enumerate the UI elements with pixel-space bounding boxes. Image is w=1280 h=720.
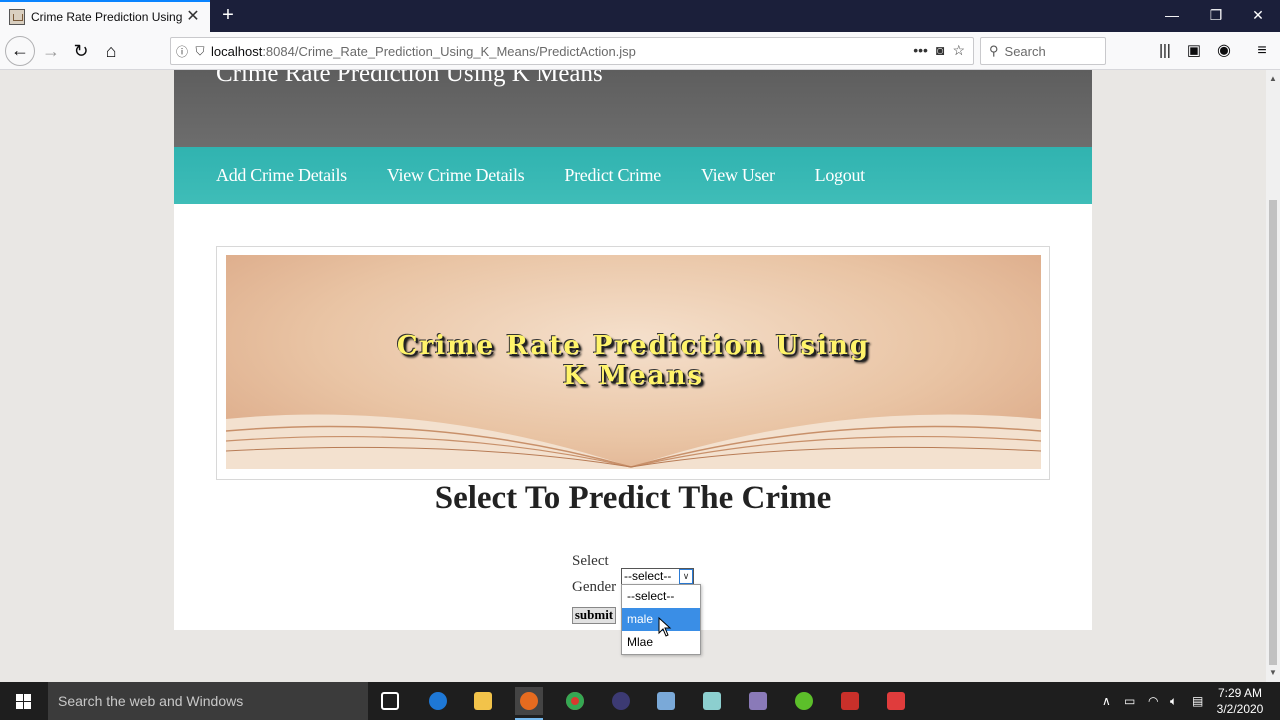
- site-nav: Add Crime Details View Crime Details Pre…: [174, 147, 1092, 204]
- clock-time: 7:29 AM: [1217, 686, 1263, 700]
- clock-date: 3/2/2020: [1216, 702, 1264, 716]
- menu-icon[interactable]: ≡: [1249, 38, 1275, 64]
- page-favicon-icon: [9, 9, 25, 25]
- nav-view-user[interactable]: View User: [701, 165, 775, 186]
- battery-icon[interactable]: ▭: [1124, 682, 1135, 720]
- browser-search-input[interactable]: [1004, 43, 1095, 59]
- gender-select-value: --select--: [624, 569, 672, 583]
- gender-option[interactable]: --select--: [622, 585, 700, 608]
- forward-arrow-icon[interactable]: →: [38, 38, 64, 64]
- browser-search-box[interactable]: ⚲: [980, 37, 1106, 65]
- virtualbox-icon[interactable]: [652, 687, 680, 715]
- restore-icon[interactable]: ❐: [1194, 0, 1238, 32]
- site-container: Crime Rate Prediction Using K Means Add …: [174, 70, 1092, 630]
- back-arrow-icon[interactable]: ←: [5, 36, 35, 66]
- mysql-icon[interactable]: [744, 687, 772, 715]
- mouse-cursor-icon: [658, 617, 672, 637]
- gender-label-line-1: Select: [572, 553, 609, 569]
- scroll-thumb[interactable]: [1269, 200, 1277, 665]
- site-title: Crime Rate Prediction Using K Means: [216, 70, 603, 87]
- page-actions-icon[interactable]: •••: [913, 42, 928, 59]
- file-explorer-icon[interactable]: [469, 687, 497, 715]
- site-header: Crime Rate Prediction Using K Means: [174, 70, 1092, 147]
- window-close-icon[interactable]: ✕: [1236, 0, 1280, 32]
- nav-view-crime-details[interactable]: View Crime Details: [387, 165, 525, 186]
- account-icon[interactable]: ◉: [1211, 38, 1237, 64]
- nav-add-crime-details[interactable]: Add Crime Details: [216, 165, 347, 186]
- wifi-icon[interactable]: ◠: [1148, 682, 1158, 720]
- firefox-icon[interactable]: [515, 687, 543, 720]
- taskbar-search-input[interactable]: [58, 693, 358, 709]
- chrome-icon[interactable]: [561, 687, 589, 715]
- eclipse-icon[interactable]: [607, 687, 635, 715]
- minimize-icon[interactable]: —: [1150, 0, 1194, 32]
- url-actions: ••• ◙ ☆: [913, 42, 965, 59]
- url-text[interactable]: localhost:8084/Crime_Rate_Prediction_Usi…: [211, 44, 636, 59]
- banner-image: Crime Rate Prediction Using K Means: [226, 255, 1041, 469]
- windows-start-icon[interactable]: [0, 682, 48, 720]
- reload-icon[interactable]: ↻: [68, 38, 94, 64]
- notifications-icon[interactable]: ▤: [1192, 682, 1203, 720]
- nav-predict-crime[interactable]: Predict Crime: [564, 165, 661, 186]
- sidebar-icon[interactable]: ▣: [1181, 38, 1207, 64]
- notepad-icon[interactable]: [698, 687, 726, 715]
- recorder-icon[interactable]: [882, 687, 910, 715]
- url-bar[interactable]: ⓘ ⛉ localhost:8084/Crime_Rate_Prediction…: [170, 37, 974, 65]
- scroll-up-icon[interactable]: ▲: [1266, 72, 1280, 86]
- browser-tab[interactable]: Crime Rate Prediction Using K Means ✕: [0, 0, 210, 32]
- browser-tabbar: Crime Rate Prediction Using K Means ✕ + …: [0, 0, 1280, 32]
- search-icon: ⚲: [989, 43, 999, 58]
- open-book-pages: [226, 414, 1041, 469]
- url-host: localhost: [211, 43, 263, 59]
- banner-frame: Crime Rate Prediction Using K Means: [216, 246, 1050, 480]
- banner-line-2: K Means: [562, 361, 705, 391]
- volume-icon[interactable]: 🔈︎: [1170, 682, 1177, 720]
- taskbar-search-box[interactable]: [48, 682, 368, 720]
- gender-select[interactable]: --select-- ∨: [621, 568, 694, 585]
- new-tab-icon[interactable]: +: [216, 4, 240, 28]
- url-path: :8084/Crime_Rate_Prediction_Using_K_Mean…: [262, 43, 636, 59]
- library-icon[interactable]: |||: [1152, 38, 1178, 64]
- browser-toolbar: ← → ↻ ⌂ ⓘ ⛉ localhost:8084/Crime_Rate_Pr…: [0, 32, 1280, 70]
- windows-taskbar: ∧ ▭ ◠ 🔈︎ ▤ 7:29 AM 3/2/2020: [0, 682, 1280, 720]
- page-heading: Select To Predict The Crime: [434, 480, 832, 516]
- gender-label-line-2: Gender: [572, 579, 617, 595]
- tray-expand-icon[interactable]: ∧: [1102, 682, 1111, 720]
- submit-button[interactable]: submit: [572, 607, 616, 624]
- green-app-icon[interactable]: [790, 687, 818, 715]
- banner-text: Crime Rate Prediction Using K Means: [226, 331, 1041, 391]
- banner-line-1: Crime Rate Prediction Using: [396, 331, 871, 361]
- home-icon[interactable]: ⌂: [98, 38, 124, 64]
- nav-logout[interactable]: Logout: [815, 165, 866, 186]
- edge-icon[interactable]: [424, 687, 452, 715]
- pdf-reader-icon[interactable]: [836, 687, 864, 715]
- scroll-down-icon[interactable]: ▼: [1266, 666, 1280, 680]
- taskbar-clock[interactable]: 7:29 AM 3/2/2020: [1210, 685, 1270, 717]
- close-tab-icon[interactable]: ✕: [184, 8, 202, 26]
- bookmark-star-icon[interactable]: ☆: [952, 42, 965, 59]
- task-view-icon[interactable]: [376, 687, 404, 715]
- shield-icon[interactable]: ⛉: [193, 44, 207, 59]
- info-icon[interactable]: ⓘ: [171, 43, 193, 60]
- page-scrollbar[interactable]: ▲ ▼: [1266, 70, 1280, 682]
- chevron-down-icon[interactable]: ∨: [679, 569, 693, 584]
- pocket-icon[interactable]: ◙: [936, 42, 944, 59]
- tab-title: Crime Rate Prediction Using K Means: [31, 10, 183, 24]
